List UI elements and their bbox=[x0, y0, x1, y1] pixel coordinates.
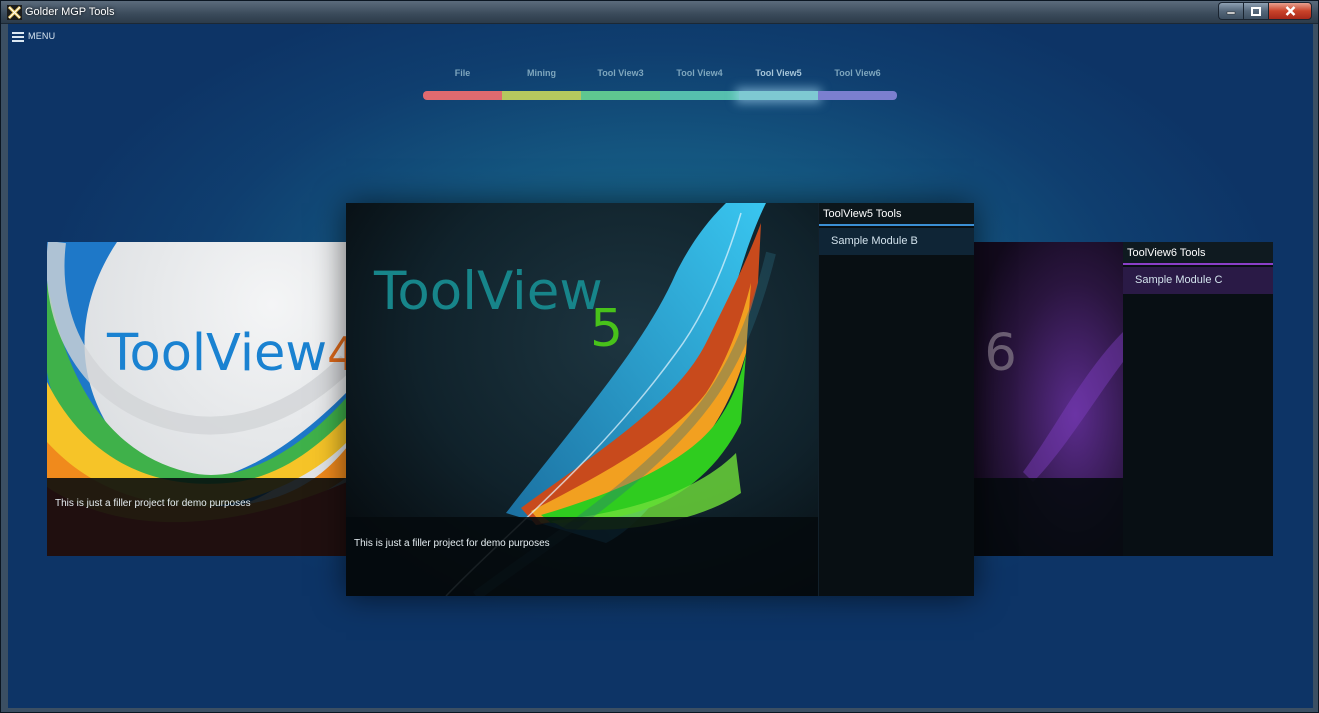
tab-indicator bbox=[581, 91, 660, 100]
toolview6-footer bbox=[963, 478, 1123, 556]
tab-toolview5[interactable]: Tool View5 bbox=[739, 68, 818, 102]
toolview6-tools-title: ToolView6 Tools bbox=[1123, 242, 1273, 265]
tab-indicator bbox=[818, 91, 897, 100]
tab-indicator bbox=[423, 91, 502, 100]
toolview5-title-text: ToolView bbox=[374, 261, 603, 322]
menu-label: MENU bbox=[28, 31, 56, 41]
tab-mining[interactable]: Mining bbox=[502, 68, 581, 102]
tab-label: Tool View6 bbox=[834, 68, 881, 78]
toolview5-footer: This is just a filler project for demo p… bbox=[346, 517, 818, 596]
sample-module-c[interactable]: Sample Module C bbox=[1123, 267, 1273, 294]
toolview6-tools-panel: ToolView6 Tools Sample Module C bbox=[1123, 242, 1273, 556]
tab-label: Tool View3 bbox=[597, 68, 644, 78]
toolview5-number: 5 bbox=[590, 299, 624, 359]
app-window: Golder MGP Tools MENU File Mining Tool V… bbox=[0, 0, 1319, 713]
tab-label: File bbox=[454, 68, 471, 78]
tab-indicator bbox=[502, 91, 581, 100]
minimize-button[interactable] bbox=[1218, 2, 1243, 20]
tab-toolview4[interactable]: Tool View4 bbox=[660, 68, 739, 102]
toolview4-footer: This is just a filler project for demo p… bbox=[47, 478, 347, 556]
window-controls bbox=[1218, 2, 1312, 20]
tab-label: Tool View4 bbox=[676, 68, 723, 78]
tab-label: Tool View5 bbox=[755, 68, 802, 78]
toolview4-title-text: ToolView bbox=[107, 324, 328, 383]
toolview4-description: This is just a filler project for demo p… bbox=[55, 498, 251, 509]
toolview5-title: ToolView bbox=[374, 261, 603, 322]
close-button[interactable] bbox=[1268, 2, 1312, 20]
menu-button[interactable]: MENU bbox=[12, 31, 56, 42]
title-bar[interactable]: Golder MGP Tools bbox=[1, 1, 1318, 24]
toolview6-card[interactable]: lView 6 ToolView6 Tools Sample Module C bbox=[963, 242, 1273, 556]
maximize-button[interactable] bbox=[1243, 2, 1268, 20]
toolview4-card[interactable]: ToolView4 This is just a filler project … bbox=[47, 242, 347, 556]
tab-toolview3[interactable]: Tool View3 bbox=[581, 68, 660, 102]
sample-module-b[interactable]: Sample Module B bbox=[819, 228, 974, 255]
toolview5-tools-panel: ToolView5 Tools Sample Module B bbox=[818, 203, 974, 596]
tab-label: Mining bbox=[527, 68, 556, 78]
toolview4-number: 4 bbox=[327, 327, 347, 381]
toolview5-card[interactable]: ToolView 5 This is just a filler project… bbox=[346, 203, 974, 596]
window-title: Golder MGP Tools bbox=[25, 6, 115, 18]
tab-toolview6[interactable]: Tool View6 bbox=[818, 68, 897, 102]
toolview5-description: This is just a filler project for demo p… bbox=[354, 538, 550, 549]
toolview6-number: 6 bbox=[984, 324, 1017, 383]
x-app-icon bbox=[7, 5, 22, 20]
toolview5-tools-title: ToolView5 Tools bbox=[819, 203, 974, 226]
tab-indicator bbox=[660, 91, 739, 100]
maximize-icon bbox=[1251, 6, 1261, 16]
tab-strip: File Mining Tool View3 Tool View4 Tool V… bbox=[423, 68, 897, 102]
tab-indicator bbox=[739, 91, 818, 100]
minimize-icon bbox=[1226, 11, 1236, 15]
close-icon bbox=[1285, 6, 1295, 16]
toolview4-title: ToolView4 bbox=[107, 324, 347, 383]
tab-file[interactable]: File bbox=[423, 68, 502, 102]
hamburger-icon bbox=[12, 31, 24, 42]
main-area: MENU File Mining Tool View3 Tool View4 T… bbox=[8, 24, 1313, 708]
